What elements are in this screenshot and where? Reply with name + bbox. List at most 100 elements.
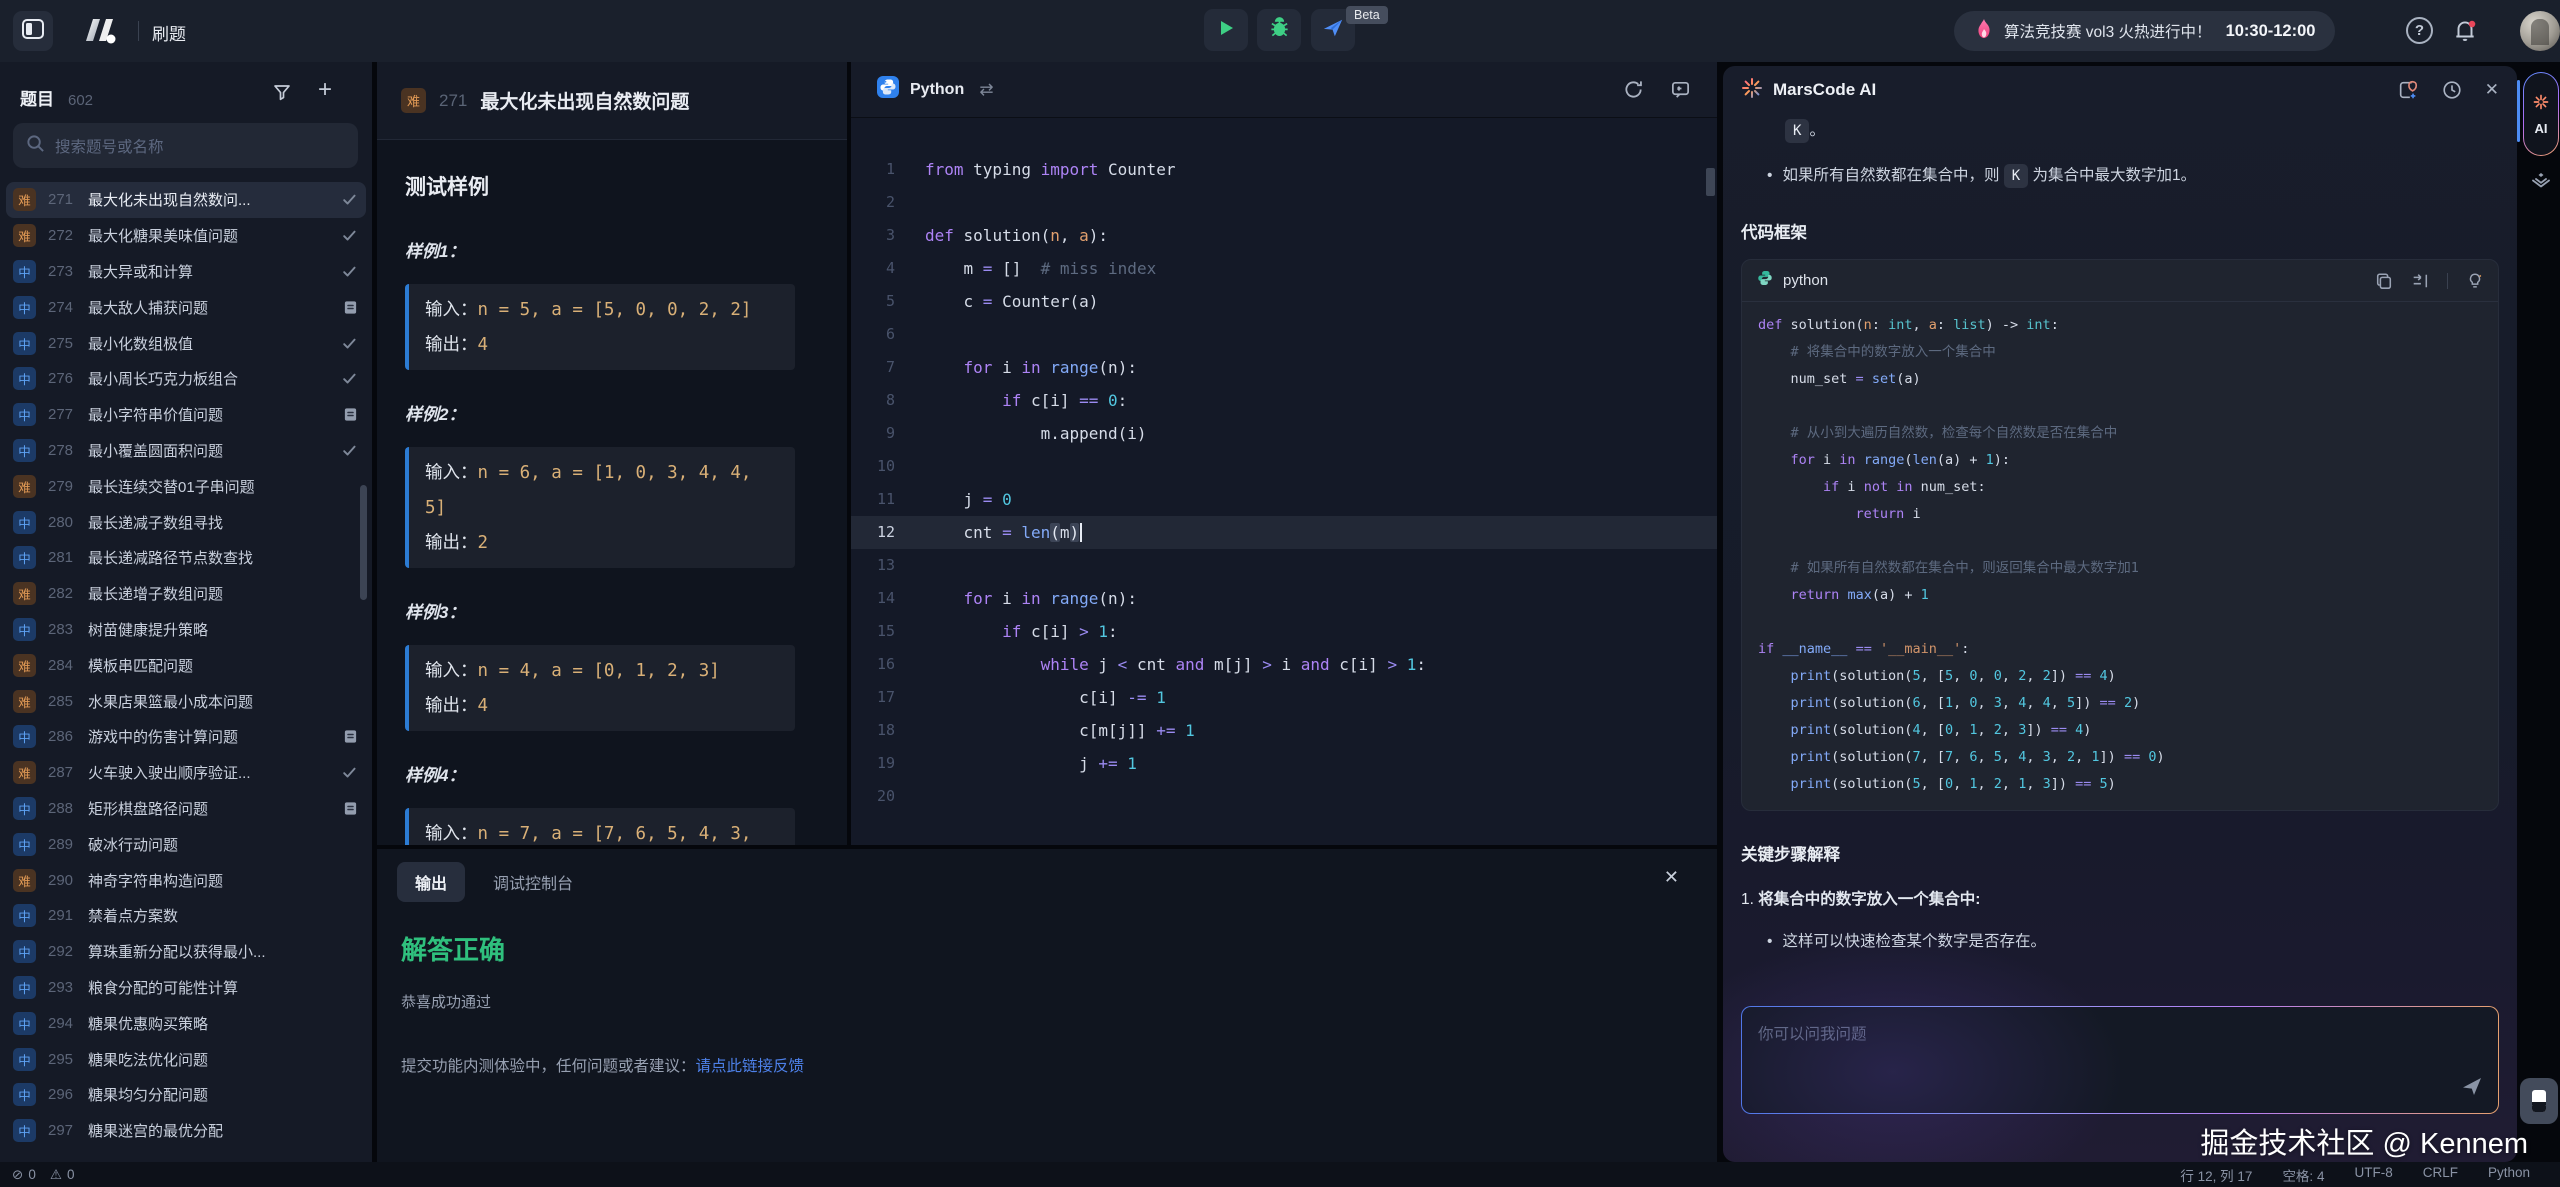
line-number: 3 <box>851 219 925 252</box>
code-line[interactable]: 8 if c[i] == 0: <box>851 384 1717 417</box>
close-icon[interactable]: ✕ <box>1664 867 1679 888</box>
contest-banner[interactable]: 算法竞技赛 vol3 火热进行中！ 10:30-12:00 <box>1954 11 2335 51</box>
code-line[interactable]: 20 <box>851 780 1717 813</box>
problem-list-item[interactable]: 难279最长连续交替01子串问题 <box>6 468 366 504</box>
cursor-position[interactable]: 行 12, 列 17 <box>2180 1165 2252 1185</box>
code-line[interactable]: 5 c = Counter(a) <box>851 285 1717 318</box>
problem-list-item[interactable]: 中296糖果均匀分配问题 <box>6 1077 366 1113</box>
history-icon[interactable] <box>2441 79 2463 101</box>
language-switch-icon[interactable]: ⇄ <box>979 80 993 100</box>
new-chat-icon[interactable] <box>2397 79 2419 101</box>
problem-list-item[interactable]: 中289破冰行动问题 <box>6 826 366 862</box>
output-panel: 输出 调试控制台 ✕ 解答正确 恭喜成功通过 提交功能内测体验中，任何问题或者建… <box>377 849 1717 1162</box>
mobile-view-button[interactable] <box>2520 1078 2558 1124</box>
problem-list-item[interactable]: 中278最小覆盖圆面积问题 <box>6 433 366 469</box>
code-line[interactable]: 14 for i in range(n): <box>851 582 1717 615</box>
problem-list-item[interactable]: 中288矩形棋盘路径问题 <box>6 791 366 827</box>
code-line[interactable]: 18 c[m[j]] += 1 <box>851 714 1717 747</box>
editor-scrollbar[interactable] <box>1706 168 1715 196</box>
code-line[interactable]: 2 <box>851 186 1717 219</box>
avatar[interactable] <box>2520 11 2560 51</box>
problem-list-item[interactable]: 中297糖果迷宫的最优分配 <box>6 1113 366 1149</box>
problem-list-item[interactable]: 中295糖果吃法优化问题 <box>6 1041 366 1077</box>
code-area[interactable]: 1from typing import Counter23def solutio… <box>851 119 1717 845</box>
problem-list-item[interactable]: 中276最小周长巧克力板组合 <box>6 361 366 397</box>
tab-debug-console[interactable]: 调试控制台 <box>493 870 573 894</box>
language-mode[interactable]: Python <box>2488 1165 2530 1185</box>
encoding-setting[interactable]: UTF-8 <box>2354 1165 2392 1185</box>
ai-code-line: # 将集合中的数字放入一个集合中 <box>1758 339 2482 366</box>
problem-list-item[interactable]: 中275最小化数组极值 <box>6 325 366 361</box>
code-line[interactable]: 15 if c[i] > 1: <box>851 615 1717 648</box>
send-icon[interactable] <box>2460 1074 2484 1103</box>
warnings-indicator[interactable]: ⚠0 <box>50 1167 75 1183</box>
problem-number: 279 <box>48 478 78 495</box>
code-line[interactable]: 19 j += 1 <box>851 747 1717 780</box>
code-line[interactable]: 9 m.append(i) <box>851 417 1717 450</box>
code-line[interactable]: 10 <box>851 450 1717 483</box>
code-line[interactable]: 4 m = [] # miss index <box>851 252 1717 285</box>
problem-list-item[interactable]: 难271最大化未出现自然数问... <box>6 182 366 218</box>
problem-list-item[interactable]: 难282最长递增子数组问题 <box>6 576 366 612</box>
code-framework-heading: 代码框架 <box>1741 219 2499 243</box>
problem-list-item[interactable]: 中294糖果优惠购买策略 <box>6 1005 366 1041</box>
language-tab[interactable]: Python <box>910 81 964 99</box>
code-line[interactable]: 3def solution(n, a): <box>851 219 1717 252</box>
marscode-logo[interactable] <box>80 15 122 52</box>
problem-list-item[interactable]: 中291禁着点方案数 <box>6 898 366 934</box>
code-line[interactable]: 17 c[i] -= 1 <box>851 681 1717 714</box>
problem-list-item[interactable]: 中281最长递减路径节点数查找 <box>6 540 366 576</box>
sidebar-toggle-button[interactable] <box>13 11 53 51</box>
feedback-link[interactable]: 请点此链接反馈 <box>696 1058 805 1075</box>
problem-list-item[interactable]: 中293粮食分配的可能性计算 <box>6 970 366 1006</box>
problem-list-item[interactable]: 难284模板串匹配问题 <box>6 647 366 683</box>
rail-ai-label: AI <box>2535 121 2548 136</box>
code-line[interactable]: 16 while j < cnt and m[j] > i and c[i] >… <box>851 648 1717 681</box>
reset-code-icon[interactable] <box>1623 79 1644 100</box>
problem-list-item[interactable]: 中286游戏中的伤害计算问题 <box>6 719 366 755</box>
problem-list-item[interactable]: 中277最小字符串价值问题 <box>6 397 366 433</box>
problem-list-item[interactable]: 中280最长递减子数组寻找 <box>6 504 366 540</box>
problem-list-item[interactable]: 中283树苗健康提升策略 <box>6 612 366 648</box>
sidebar-scrollbar[interactable] <box>360 485 367 600</box>
errors-indicator[interactable]: ⊘0 <box>12 1167 36 1183</box>
problem-list-item[interactable]: 难272最大化糖果美味值问题 <box>6 218 366 254</box>
problem-list-item[interactable]: 难290神奇字符串构造问题 <box>6 862 366 898</box>
run-button[interactable] <box>1204 9 1248 51</box>
note-icon <box>336 729 358 744</box>
code-line[interactable]: 13 <box>851 549 1717 582</box>
feedback-comment-icon[interactable] <box>1670 79 1691 100</box>
problem-list-item[interactable]: 中273最大异或和计算 <box>6 254 366 290</box>
help-button[interactable]: ? <box>2406 17 2433 44</box>
code-line[interactable]: 1from typing import Counter <box>851 153 1717 186</box>
bug-icon <box>1269 17 1290 43</box>
problem-panel: 难 271 最大化未出现自然数问题 测试样例 样例1：输入：n = 5, a =… <box>377 62 847 845</box>
code-line[interactable]: 6 <box>851 318 1717 351</box>
search-input[interactable]: 搜索题号或名称 <box>13 123 358 168</box>
ai-chat-input[interactable]: 你可以问我问题 <box>1741 1006 2499 1114</box>
add-problem-button[interactable]: + <box>318 76 332 104</box>
notifications-button[interactable] <box>2452 17 2478 48</box>
copy-icon[interactable] <box>2375 272 2393 290</box>
difficulty-badge: 难 <box>401 88 426 113</box>
problem-list-item[interactable]: 难285水果店果篮最小成本问题 <box>6 683 366 719</box>
code-line[interactable]: 11 j = 0 <box>851 483 1717 516</box>
problem-list-item[interactable]: 中274最大敌人捕获问题 <box>6 289 366 325</box>
problem-list-item[interactable]: 中292算珠重新分配以获得最小... <box>6 934 366 970</box>
juejin-icon[interactable] <box>2529 170 2553 199</box>
code-line[interactable]: 12 cnt = len(m) <box>851 516 1717 549</box>
lightbulb-icon[interactable] <box>2466 272 2484 290</box>
indentation-setting[interactable]: 空格: 4 <box>2282 1165 2324 1185</box>
rail-ai-button[interactable]: AI <box>2523 72 2559 156</box>
code-line[interactable]: 7 for i in range(n): <box>851 351 1717 384</box>
ai-close-icon[interactable]: ✕ <box>2485 80 2499 100</box>
filter-button[interactable] <box>272 82 292 107</box>
debug-button[interactable] <box>1257 9 1301 51</box>
tab-output[interactable]: 输出 <box>397 862 465 902</box>
eol-setting[interactable]: CRLF <box>2423 1165 2458 1185</box>
ai-code-block: def solution(n: int, a: list) -> int: # … <box>1742 302 2498 810</box>
problem-number: 296 <box>48 1086 78 1103</box>
example-box: 输入：n = 6, a = [1, 0, 3, 4, 4, 5]输出：2 <box>405 447 795 568</box>
problem-list-item[interactable]: 难287火车驶入驶出顺序验证... <box>6 755 366 791</box>
insert-code-icon[interactable] <box>2411 272 2429 290</box>
